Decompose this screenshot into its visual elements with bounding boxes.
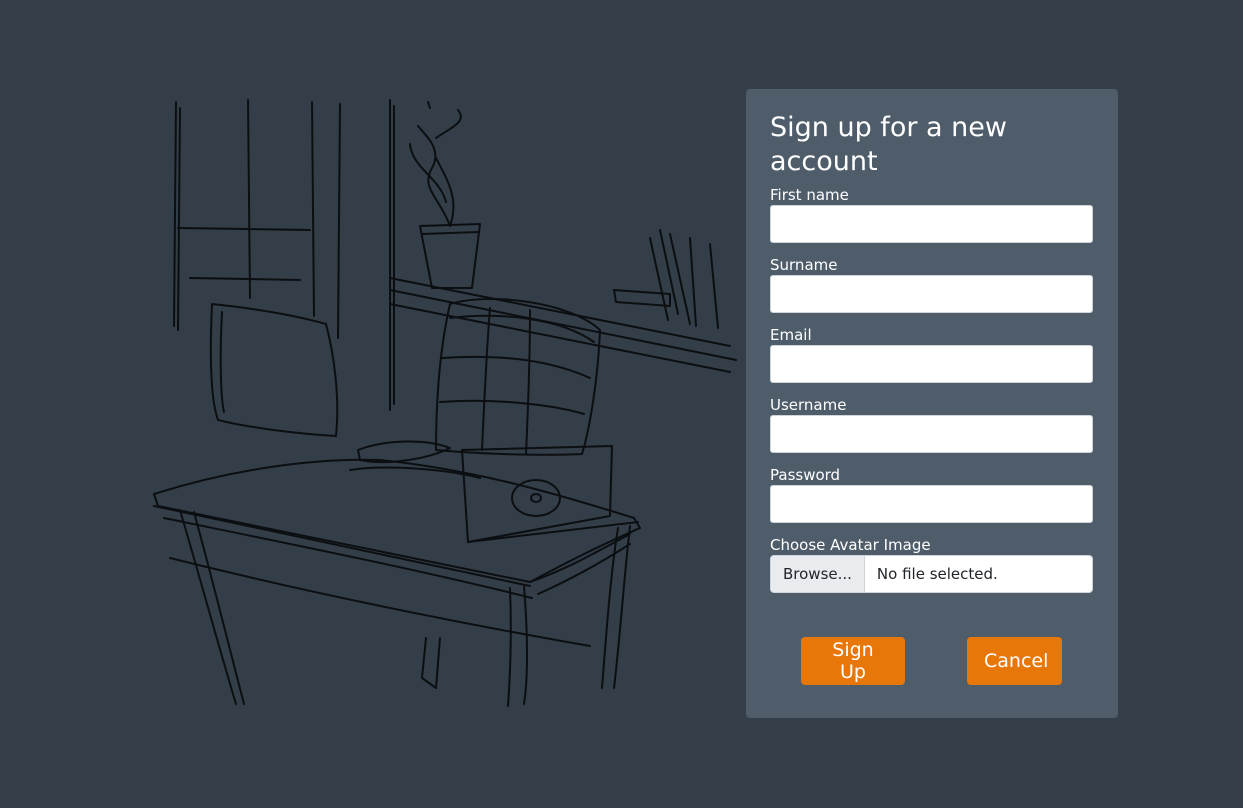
avatar-label: Choose Avatar Image: [770, 536, 931, 554]
form-actions: Sign Up Cancel: [746, 637, 1118, 685]
email-label: Email: [770, 326, 812, 344]
signup-panel: Sign up for a new account First name Sur…: [746, 89, 1118, 718]
surname-input[interactable]: [770, 275, 1093, 313]
desk-sketch-icon: [153, 99, 737, 707]
email-input[interactable]: [770, 345, 1093, 383]
password-input[interactable]: [770, 485, 1093, 523]
first-name-input[interactable]: [770, 205, 1093, 243]
avatar-file-input[interactable]: Browse... No file selected.: [770, 555, 1093, 593]
username-label: Username: [770, 396, 847, 414]
signup-page: Sign up for a new account First name Sur…: [0, 0, 1243, 808]
username-input[interactable]: [770, 415, 1093, 453]
browse-button[interactable]: Browse...: [771, 556, 865, 592]
form-title: Sign up for a new account: [770, 112, 1007, 177]
file-status-text: No file selected.: [876, 565, 998, 583]
cancel-button[interactable]: Cancel: [967, 637, 1062, 685]
desk-sketch-illustration: [150, 98, 740, 710]
sign-up-button[interactable]: Sign Up: [801, 637, 905, 685]
first-name-label: First name: [770, 186, 849, 204]
password-label: Password: [770, 466, 841, 484]
surname-label: Surname: [770, 256, 838, 274]
